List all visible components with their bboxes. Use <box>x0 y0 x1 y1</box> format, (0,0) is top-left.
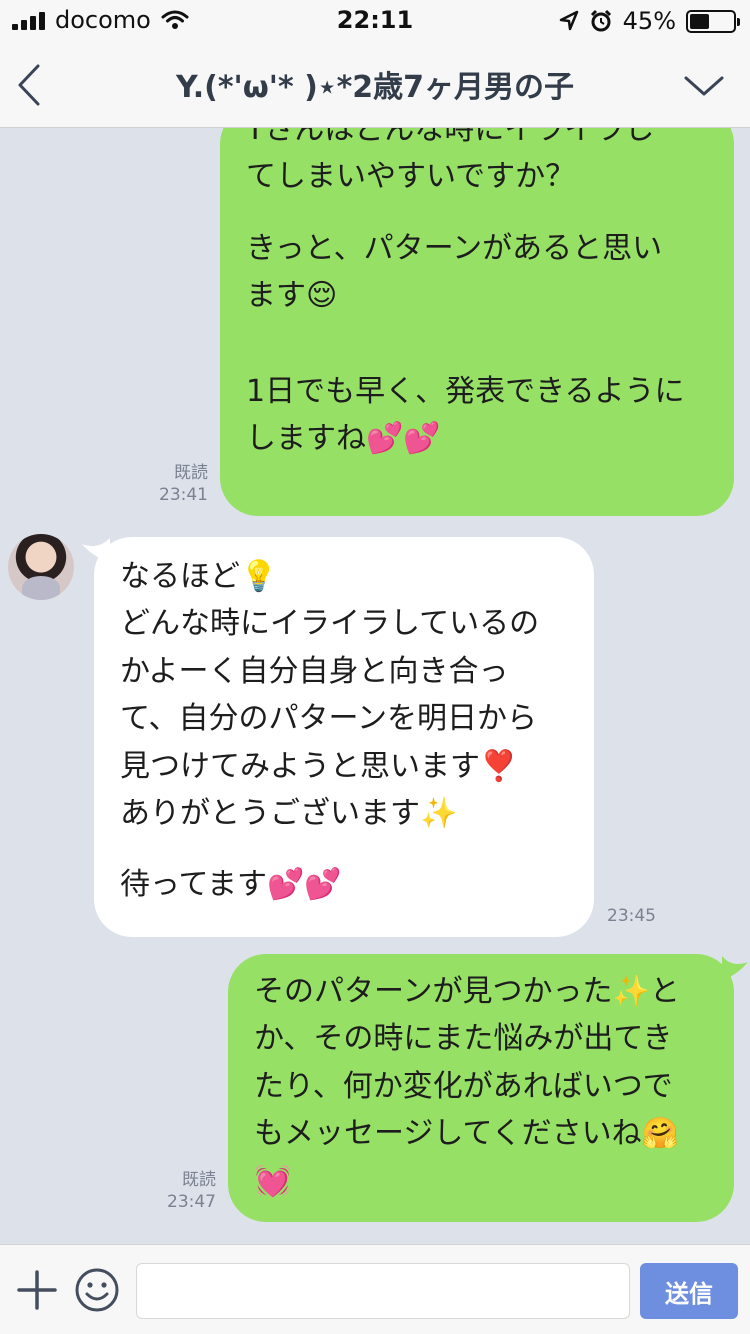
battery-icon <box>686 9 740 33</box>
input-bar: 送信 <box>0 1244 750 1334</box>
read-receipt: 既読 <box>182 1170 216 1190</box>
message-line: 待ってます💕💕 <box>120 867 342 903</box>
message-bubble-sent[interactable]: そのパターンが見つかった✨と か、その時にまた悩みが出てき たり、何か変化があればい… <box>228 954 734 1222</box>
message-line: ます😌 <box>246 278 338 314</box>
message-text: そのパターンが見つかった✨と か、その時にまた悩みが出てき たり、何か変化があればい… <box>254 968 708 1205</box>
message-line: Yさんはどんな時にイライラし <box>246 128 655 147</box>
alarm-icon <box>590 9 611 32</box>
chevron-down-icon[interactable] <box>682 72 726 102</box>
message-line: 💓 <box>254 1163 292 1199</box>
message-text: Yさんはどんな時にイライラしてしまいやすいですか？ きっと、パターンがあると思いま… <box>246 128 708 462</box>
message-line: 見つけてみようと思います❣️ <box>120 748 518 784</box>
message-line: そのパターンが見つかった✨と <box>254 974 680 1009</box>
message-line: 1日でも早く、発表できるように <box>246 373 685 409</box>
message-meta: 既読 23:47 <box>158 1169 216 1213</box>
nav-bar: Y.(*'ω'* )⋆*2歳7ヶ月男の子 <box>0 40 750 128</box>
battery-percent: 45% <box>622 7 676 35</box>
message-bubble-received[interactable]: なるほど💡 どんな時にイライラしているの かよーく自分自身と向き合っ て、自分のパター… <box>94 537 594 937</box>
status-bar: docomo 22:11 45% <box>0 0 750 40</box>
message-line: か、その時にまた悩みが出てき <box>254 1021 673 1057</box>
message-line: たり、何か変化があればいつで <box>254 1068 673 1104</box>
location-arrow-icon <box>559 10 578 31</box>
message-time: 23:45 <box>607 906 656 926</box>
message-line: きっと、パターンがあると思い <box>246 230 663 266</box>
message-meta: 既読 23:41 <box>150 462 208 506</box>
send-button[interactable]: 送信 <box>640 1263 738 1319</box>
message-bubble-sent[interactable]: Yさんはどんな時にイライラしてしまいやすいですか？ きっと、パターンがあると思いま… <box>220 128 734 516</box>
message-line: なるほど💡 <box>120 559 278 594</box>
message-time: 23:41 <box>159 485 208 506</box>
chat-title: Y.(*'ω'* )⋆*2歳7ヶ月男の子 <box>175 70 575 105</box>
message-text: なるほど💡 どんな時にイライラしているの かよーく自分自身と向き合っ て、自分のパター… <box>120 553 568 909</box>
message-line: かよーく自分自身と向き合っ <box>120 653 509 689</box>
message-line: て、自分のパターンを明日から <box>120 701 537 737</box>
message-time: 23:47 <box>167 1192 216 1213</box>
message-line: てしまいやすいですか？ <box>246 159 576 195</box>
message-line: もメッセージしてくださいね🤗 <box>254 1116 679 1152</box>
message-line: どんな時にイライラしているの <box>120 606 540 642</box>
message-line: しますね💕💕 <box>246 420 441 456</box>
chat-screen: docomo 22:11 45% Y.(*'ω'* )⋆*2歳7ヶ月男の子 Yさ… <box>0 0 750 1334</box>
message-meta: 23:45 <box>596 905 656 927</box>
plus-icon[interactable] <box>16 1269 58 1311</box>
status-right: 45% <box>559 7 740 35</box>
smiley-icon[interactable] <box>74 1267 120 1313</box>
chat-area[interactable]: Yさんはどんな時にイライラしてしまいやすいですか？ きっと、パターンがあると思いま… <box>0 128 750 1244</box>
chevron-left-icon[interactable] <box>10 60 50 110</box>
message-line: ありがとうございます✨ <box>120 795 458 831</box>
contact-avatar[interactable] <box>8 534 74 600</box>
read-receipt: 既読 <box>174 463 208 483</box>
message-input[interactable] <box>136 1263 630 1319</box>
